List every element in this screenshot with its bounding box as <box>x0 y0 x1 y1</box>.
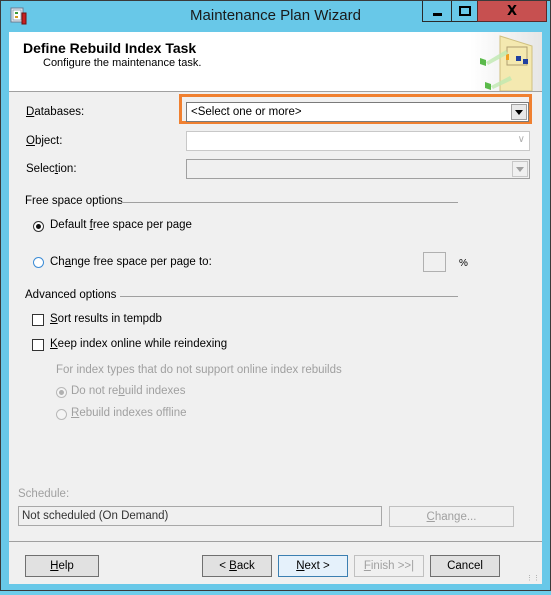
back-button[interactable]: < Back <box>202 555 272 577</box>
selection-dropdown-button[interactable] <box>512 161 528 177</box>
databases-label: Databases: <box>26 106 85 118</box>
databases-value: <Select one or more> <box>191 106 302 118</box>
do-not-rebuild-radio[interactable] <box>56 387 67 398</box>
sort-tempdb-label[interactable]: Sort results in tempdb <box>50 313 162 325</box>
title-bar[interactable]: Maintenance Plan Wizard X <box>1 1 550 31</box>
keep-online-checkbox[interactable] <box>32 339 44 351</box>
advanced-group-label: Advanced options <box>25 289 117 301</box>
wizard-header: Define Rebuild Index Task Configure the … <box>9 32 542 92</box>
schedule-value: Not scheduled (On Demand) <box>22 510 169 522</box>
next-button[interactable]: Next > <box>278 555 348 577</box>
rebuild-offline-radio[interactable] <box>56 409 67 420</box>
maximize-button[interactable] <box>451 1 478 22</box>
page-subtitle: Configure the maintenance task. <box>43 57 202 69</box>
minimize-icon <box>432 12 442 16</box>
change-schedule-button[interactable]: Change... <box>389 506 514 527</box>
selection-label: Selection: <box>26 163 77 175</box>
sort-tempdb-checkbox[interactable] <box>32 314 44 326</box>
free-space-group-label: Free space options <box>25 195 123 207</box>
change-free-space-label[interactable]: Change free space per page to: <box>50 256 212 268</box>
wizard-banner-icon <box>470 32 542 91</box>
object-label: Object: <box>26 135 63 147</box>
schedule-label: Schedule: <box>18 488 70 500</box>
schedule-field: Not scheduled (On Demand) <box>18 506 382 526</box>
footer-divider <box>9 541 542 542</box>
change-free-space-radio[interactable] <box>33 257 44 268</box>
online-rebuild-note: For index types that do not support onli… <box>56 364 342 376</box>
chevron-down-icon <box>515 109 523 115</box>
resize-grip-icon[interactable]: ⋮⋮ <box>526 574 540 582</box>
free-space-percent-input[interactable] <box>423 252 446 272</box>
wizard-window: Maintenance Plan Wizard X Define Rebuild… <box>0 0 551 591</box>
group-divider <box>121 202 458 203</box>
wizard-body: Define Rebuild Index Task Configure the … <box>9 32 542 584</box>
finish-button[interactable]: Finish >>| <box>354 555 424 577</box>
percent-unit-label: % <box>459 258 468 269</box>
close-button[interactable]: X <box>477 1 547 22</box>
databases-dropdown-button[interactable] <box>511 104 527 120</box>
help-button[interactable]: Help <box>25 555 99 577</box>
radio-selected-dot <box>36 224 41 229</box>
page-title: Define Rebuild Index Task <box>23 40 197 56</box>
close-icon: X <box>506 3 518 19</box>
default-free-space-label[interactable]: Default free space per page <box>50 219 192 231</box>
keep-online-label[interactable]: Keep index online while reindexing <box>50 338 227 350</box>
databases-dropdown[interactable]: <Select one or more> <box>186 102 529 122</box>
chevron-down-icon <box>516 166 524 172</box>
group-divider <box>120 296 458 297</box>
minimize-button[interactable] <box>422 1 452 22</box>
selection-dropdown[interactable] <box>186 159 530 179</box>
do-not-rebuild-label[interactable]: Do not rebuild indexes <box>71 385 185 397</box>
cancel-button[interactable]: Cancel <box>430 555 500 577</box>
object-dropdown[interactable]: ∨ <box>186 131 530 151</box>
radio-selected-dot <box>59 390 64 395</box>
rebuild-offline-label[interactable]: Rebuild indexes offline <box>71 407 187 419</box>
maximize-icon <box>458 6 471 16</box>
chevron-down-icon: ∨ <box>517 134 525 145</box>
default-free-space-radio[interactable] <box>33 221 44 232</box>
